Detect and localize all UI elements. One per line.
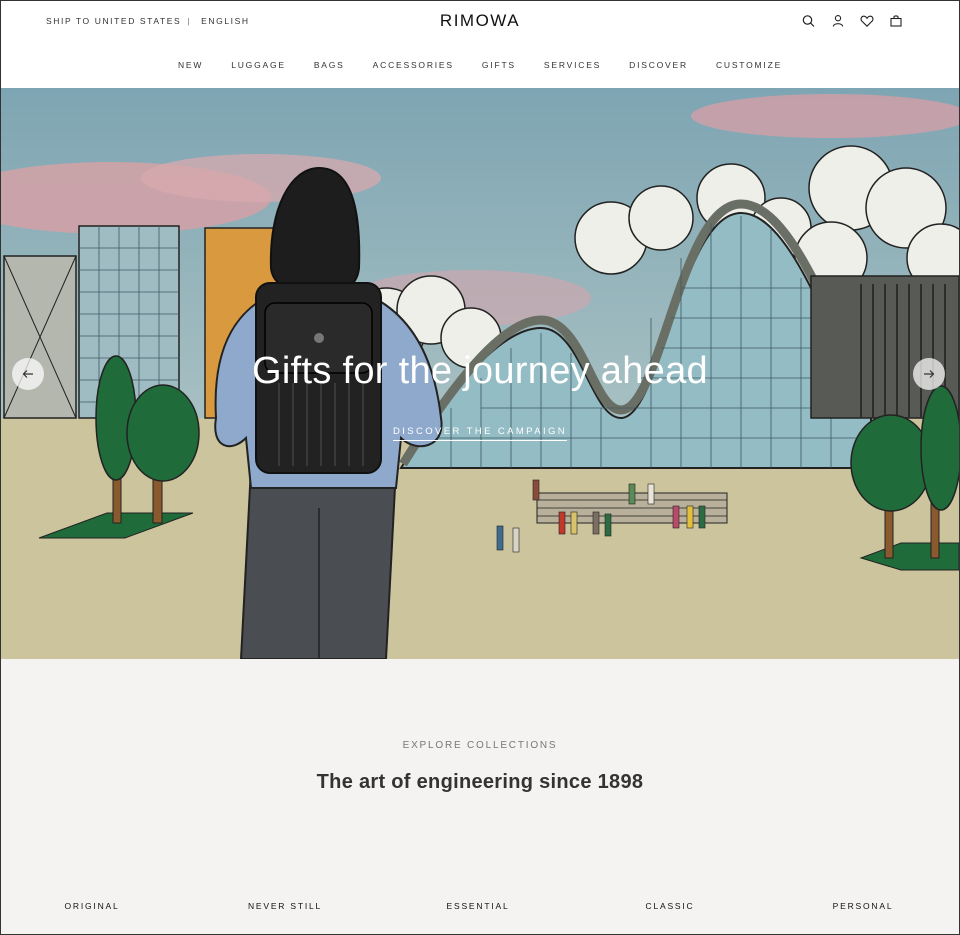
- site-header: SHIP TO UNITED STATES | ENGLISH RIMOWA N…: [0, 0, 960, 88]
- hero-cta-wrap: DISCOVER THE CAMPAIGN: [1, 421, 959, 441]
- arrow-right-icon: [924, 370, 935, 378]
- main-nav: NEW LUGGAGE BAGS ACCESSORIES GIFTS SERVI…: [0, 60, 960, 70]
- discover-campaign-link[interactable]: DISCOVER THE CAMPAIGN: [392, 426, 568, 441]
- collection-tab-essential[interactable]: ESSENTIAL: [447, 901, 510, 911]
- bag-icon[interactable]: [888, 14, 904, 28]
- collection-tab-classic[interactable]: CLASSIC: [646, 901, 695, 911]
- search-icon[interactable]: [801, 14, 817, 28]
- hero-title: Gifts for the journey ahead: [252, 350, 708, 392]
- nav-item-discover[interactable]: DISCOVER: [615, 60, 702, 70]
- nav-item-services[interactable]: SERVICES: [530, 60, 615, 70]
- collections-eyebrow: EXPLORE COLLECTIONS: [402, 740, 558, 751]
- collection-tab-never-still[interactable]: NEVER STILL: [248, 901, 322, 911]
- carousel-next-button[interactable]: [913, 358, 945, 390]
- arrow-left-icon: [22, 370, 33, 378]
- utility-icons: [801, 14, 904, 28]
- nav-item-accessories[interactable]: ACCESSORIES: [359, 60, 468, 70]
- carousel-prev-button[interactable]: [12, 358, 44, 390]
- nav-item-gifts[interactable]: GIFTS: [468, 60, 530, 70]
- collections-section: EXPLORE COLLECTIONS The art of engineeri…: [1, 659, 959, 934]
- nav-item-new[interactable]: NEW: [164, 60, 217, 70]
- nav-item-customize[interactable]: CUSTOMIZE: [702, 60, 796, 70]
- collections-heading: The art of engineering since 1898: [316, 771, 644, 793]
- nav-item-luggage[interactable]: LUGGAGE: [217, 60, 300, 70]
- hero-carousel: Gifts for the journey ahead DISCOVER THE…: [1, 88, 959, 659]
- collection-tab-original[interactable]: ORIGINAL: [64, 901, 119, 911]
- nav-item-bags[interactable]: BAGS: [300, 60, 359, 70]
- account-icon[interactable]: [830, 14, 846, 28]
- heart-icon[interactable]: [859, 14, 875, 28]
- collection-tab-personal[interactable]: PERSONAL: [833, 901, 894, 911]
